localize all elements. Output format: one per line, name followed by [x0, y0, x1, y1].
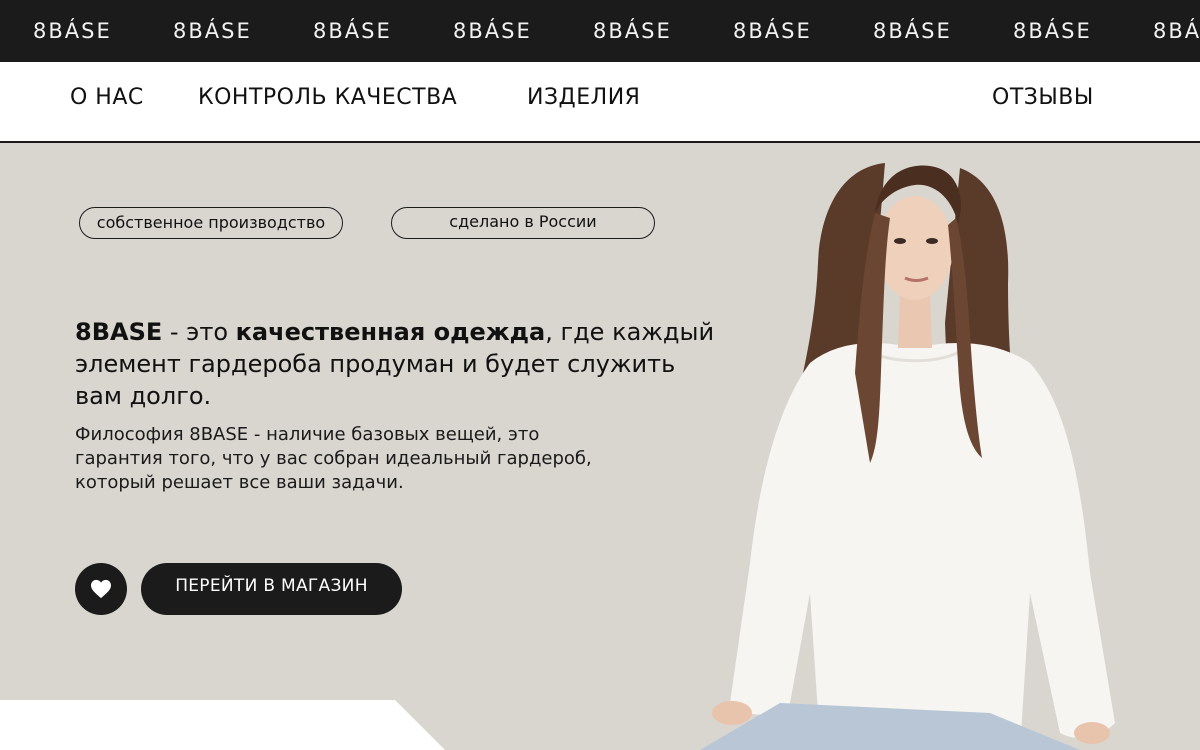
nav-about[interactable]: О НАС — [70, 85, 144, 110]
marquee-logo-text: 8BÁSE — [873, 19, 952, 43]
headline-part1: - это — [162, 318, 236, 346]
hero-headline: 8BASE - это качественная одежда, где каж… — [75, 316, 715, 412]
marquee-logo-text: 8BÁSE — [593, 19, 672, 43]
main-nav: О НАС КОНТРОЛЬ КАЧЕСТВА ИЗДЕЛИЯ ОТЗЫВЫ — [0, 62, 1200, 143]
marquee-logo-text: 8BÁSE — [1013, 19, 1092, 43]
marquee-logo-text: 8BÁSE — [33, 19, 112, 43]
headline-emphasis: качественная одежда — [235, 318, 546, 346]
bottom-left-decor — [0, 700, 445, 750]
tag-own-production: собственное производство — [79, 207, 343, 239]
marquee-logo-text: 8BÁSE — [453, 19, 532, 43]
nav-reviews[interactable]: ОТЗЫВЫ — [992, 85, 1094, 110]
marquee-logo-text: 8BÁSE — [733, 19, 812, 43]
marquee-track: 8BÁSE 8BÁSE 8BÁSE 8BÁSE 8BÁSE 8BÁSE 8BÁSE 8BÁSE… — [33, 0, 1200, 62]
hero-section: собственное производство сделано в Росси… — [0, 143, 1200, 750]
marquee-logo-text: 8BÁSE — [313, 19, 392, 43]
favorite-button[interactable] — [75, 563, 127, 615]
hero-subtext: Философия 8BASE - наличие базовых вещей,… — [75, 424, 592, 493]
tag-made-in-russia: сделано в России — [391, 207, 655, 239]
brand-marquee: 8BÁSE 8BÁSE 8BÁSE 8BÁSE 8BÁSE 8BÁSE 8BÁSE 8BÁSE… — [0, 0, 1200, 62]
go-to-shop-button[interactable]: ПЕРЕЙТИ В МАГАЗИН — [141, 563, 402, 615]
nav-quality-control[interactable]: КОНТРОЛЬ КАЧЕСТВА — [198, 85, 457, 110]
headline-brand: 8BASE — [75, 318, 163, 346]
nav-products[interactable]: ИЗДЕЛИЯ — [527, 85, 640, 110]
model-photo — [700, 163, 1115, 750]
marquee-logo-text: 8BÁSE — [173, 19, 252, 43]
heart-icon — [91, 579, 111, 599]
marquee-logo-text: 8BÁSE — [1153, 19, 1200, 43]
